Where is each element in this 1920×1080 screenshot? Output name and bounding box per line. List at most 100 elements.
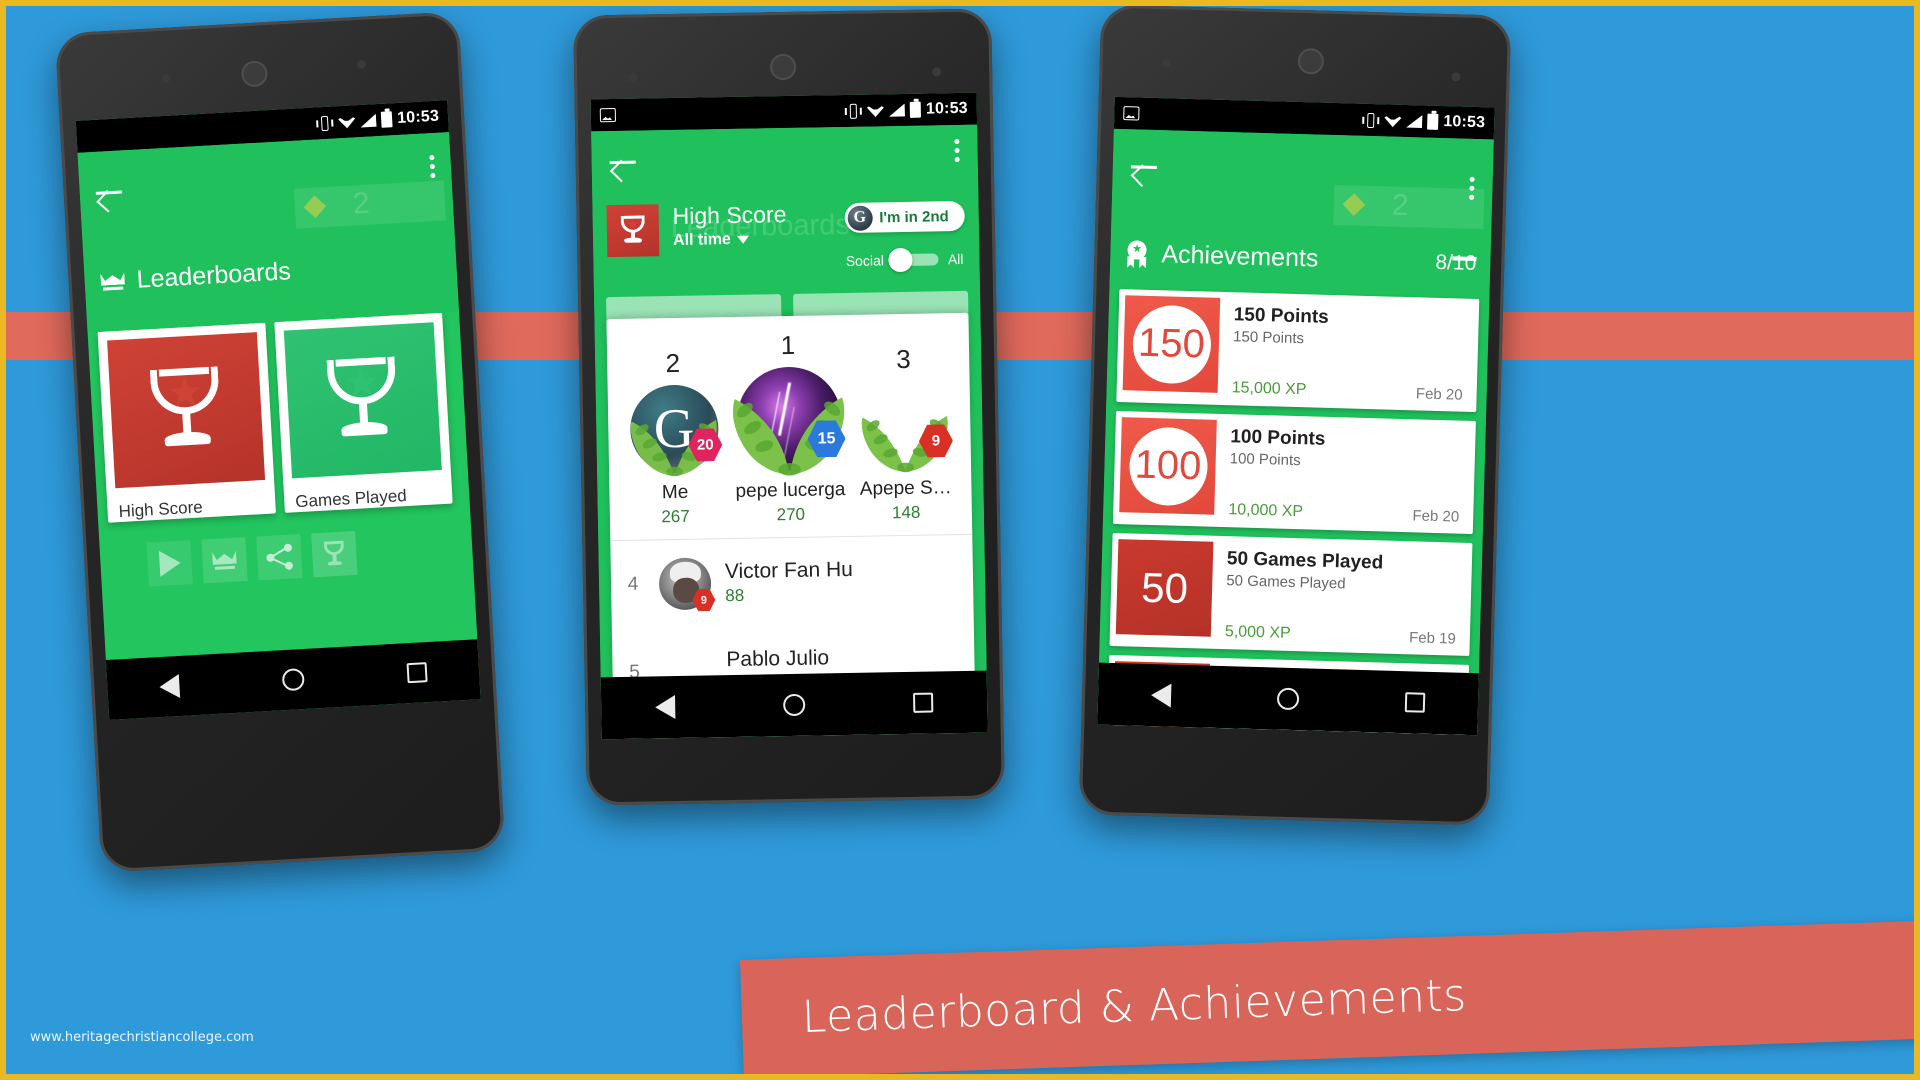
list-name: Pablo Julio	[726, 646, 830, 672]
leaderboard-icon	[606, 204, 660, 258]
play-button[interactable]	[146, 540, 193, 587]
avatar: 9	[859, 380, 950, 473]
trophy-icon	[618, 215, 649, 246]
achievement-icon: 150	[1122, 295, 1221, 393]
time-filter-label: All time	[672, 231, 732, 250]
diamond-icon	[1342, 193, 1366, 216]
slide-caption-text: Leaderboard & Achievements	[801, 969, 1468, 1043]
nav-recents-icon[interactable]	[1404, 692, 1426, 713]
page-title-label: Leaderboards	[135, 257, 292, 294]
wifi-icon	[867, 104, 884, 117]
achievements-header: Achievements 8/10	[1110, 239, 1491, 279]
back-button[interactable]	[607, 147, 638, 178]
app-bar: 2 Leaderboards	[77, 132, 460, 333]
podium-name: Me	[661, 481, 689, 504]
podium-score: 267	[661, 506, 690, 527]
screenshot-notification-icon	[1123, 106, 1140, 121]
time-filter[interactable]: All time	[673, 229, 831, 250]
nav-home-icon[interactable]	[281, 668, 305, 692]
share-icon	[266, 543, 294, 571]
app-bar: Leaderboards High Score All time G I'm i…	[591, 124, 988, 740]
trophy-icon	[141, 366, 232, 455]
leaderboard-button[interactable]	[201, 537, 248, 584]
battery-icon	[380, 111, 393, 128]
podium-rank: 1	[780, 329, 796, 361]
list-name: Victor Fan Hu	[724, 557, 854, 584]
achievements-button[interactable]	[311, 530, 358, 578]
my-rank-chip[interactable]: G I'm in 2nd	[844, 200, 965, 234]
achievement-xp: 5,000 XP	[1224, 623, 1291, 642]
chevron-down-icon	[736, 235, 749, 245]
nav-recents-icon[interactable]	[406, 662, 428, 684]
achievement-icon: 100	[1119, 417, 1217, 515]
page-title: Leaderboards	[100, 257, 292, 297]
achievement-date: Feb 19	[1408, 629, 1457, 648]
trophy-icon	[322, 540, 347, 567]
vibrate-icon	[1362, 112, 1380, 128]
battery-icon	[1427, 113, 1439, 130]
share-button[interactable]	[256, 534, 303, 581]
page-title: Achievements	[1161, 240, 1319, 273]
clock: 10:53	[925, 99, 968, 118]
achievement-xp: 10,000 XP	[1228, 501, 1304, 521]
list-score: 88	[725, 585, 745, 606]
avatar: G	[847, 205, 873, 231]
status-right: 10:53	[316, 108, 440, 133]
achievement-card[interactable]: 50 50 Games Played 50 Games Played 5,000…	[1109, 532, 1473, 656]
achievement-icon-value: 50	[1140, 563, 1189, 612]
achievement-date: Feb 20	[1415, 385, 1463, 404]
back-button[interactable]	[93, 176, 125, 208]
nav-back-icon[interactable]	[1150, 683, 1172, 708]
medal-icon	[1124, 239, 1150, 269]
podium-entry-2[interactable]: 2 G 20 Me 267	[617, 347, 732, 528]
signal-icon	[889, 103, 905, 116]
leaderboard-card[interactable]: High Score	[97, 322, 276, 523]
achievement-icon-value: 150	[1131, 303, 1212, 385]
phone-achievements: 10:53 2 Achievements 8/10 150 150 Points…	[1078, 4, 1512, 826]
achievement-card[interactable]: 100 100 Points 100 Points 10,000 XP Feb …	[1112, 411, 1476, 535]
phone-leaderboards: 10:53 2 Leaderboards High Score Games Pl…	[54, 11, 506, 873]
podium-entry-1[interactable]: 1 15 pepe lucerga 270	[732, 329, 847, 526]
list-item[interactable]: 4 9 Victor Fan Hu 88	[610, 535, 973, 629]
trophy-icon	[318, 356, 409, 445]
app-bar: 2 Achievements 8/10 150 150 Points 150 P…	[1097, 128, 1494, 736]
toggle-switch[interactable]	[888, 247, 939, 273]
achievement-card[interactable]: 150 150 Points 150 Points 15,000 XP Feb …	[1116, 289, 1480, 413]
nav-home-icon[interactable]	[783, 693, 806, 717]
back-button[interactable]	[1128, 151, 1159, 182]
ghost-chip: 2	[1333, 185, 1485, 230]
nav-recents-icon[interactable]	[913, 692, 934, 713]
achievement-progress: 8/10	[1435, 250, 1477, 275]
achievement-icon: 50	[1115, 539, 1214, 637]
avatar: G	[629, 384, 719, 477]
leaderboard-thumb	[107, 332, 266, 489]
clock: 10:53	[1443, 113, 1486, 132]
ghost-chip: 2	[293, 180, 446, 229]
leaderboard-card[interactable]: Games Played	[274, 312, 453, 513]
avatar: 9	[658, 557, 712, 610]
android-nav-bar	[600, 670, 988, 740]
phone2-screen: 10:53 Leaderboards High Score All time G…	[590, 92, 988, 740]
achievement-icon-value: 100	[1127, 425, 1209, 507]
podium-entry-3[interactable]: 3 9 Apepe S… 148	[847, 343, 962, 524]
nav-back-icon[interactable]	[655, 695, 676, 720]
nav-home-icon[interactable]	[1276, 687, 1300, 711]
podium-rank: 2	[665, 347, 681, 379]
status-right: 10:53	[844, 99, 968, 120]
toggle-left-label: Social	[845, 252, 885, 269]
avatar: 15	[733, 366, 842, 476]
leaderboard-title: High Score	[672, 201, 787, 229]
podium-score: 270	[776, 504, 806, 525]
wifi-icon	[338, 115, 356, 129]
my-rank-label: I'm in 2nd	[879, 207, 949, 226]
crown-icon	[100, 272, 125, 290]
nav-back-icon[interactable]	[158, 674, 180, 700]
diamond-icon	[303, 195, 327, 218]
list-rank: 4	[627, 573, 639, 595]
leaderboard-card-list: High Score Games Played	[88, 312, 470, 523]
social-all-toggle[interactable]: Social All	[845, 245, 980, 273]
podium-name: Apepe S…	[859, 477, 952, 500]
status-right: 10:53	[1362, 111, 1485, 132]
overflow-menu-button[interactable]	[429, 154, 436, 179]
overflow-menu-button[interactable]	[954, 138, 960, 163]
